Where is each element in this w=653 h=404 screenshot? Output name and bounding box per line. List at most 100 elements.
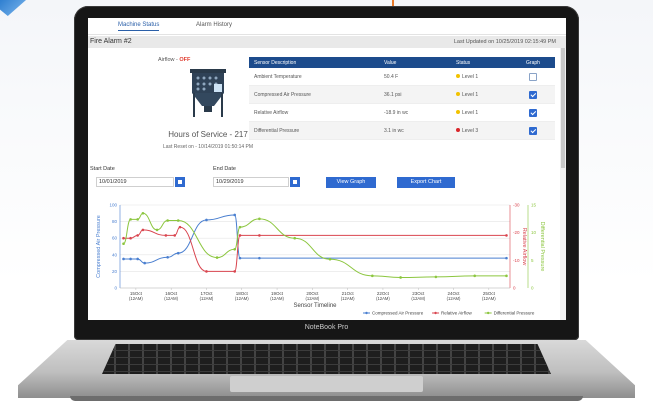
right-1-axis-title: Relative Airflow [521,228,527,266]
airflow-label: Airflow - [158,57,180,63]
start-date-label: Start Date [90,166,115,172]
sensor-status: Level 1 [451,85,511,104]
series-point-1 [136,234,139,237]
series-point-0 [129,257,132,261]
series-point-1 [505,234,508,237]
right-2-tick-label: 5 [531,258,534,263]
series-point-1 [173,234,177,237]
series-point-1 [258,234,261,237]
scrollbar-thumb[interactable] [561,48,565,168]
series-point-2 [328,257,332,261]
dust-collector-icon [190,69,226,117]
series-point-0 [176,251,180,255]
series-point-2 [434,275,438,279]
x-axis-title: Sensor Timeline [293,303,337,309]
start-date-input[interactable]: 10/01/2019 [96,177,174,187]
sensor-description: Ambient Temperature [249,68,379,86]
series-point-2 [215,256,219,259]
left-tick-label: 20 [112,269,118,274]
status-text: Level 3 [462,127,479,134]
airflow-status: Airflow - OFF [158,57,190,63]
export-chart-button[interactable]: Export Chart [397,177,455,188]
legend-marker [365,311,368,315]
graph-cell [511,103,555,122]
series-point-2 [238,225,242,229]
series-point-1 [178,225,182,229]
series-point-2 [233,247,237,251]
x-tick-sublabel: (12AM) [164,296,178,301]
series-point-2 [122,242,125,246]
table-row: Relative Airflow -18.9 in wc Level 1 [249,103,555,122]
series-line-1 [123,226,507,272]
sensor-chart: 0 20 40 60 80 100 0 -10 -20 -30 0 5 10 15 Compressed A… [96,203,545,316]
series-point-1 [164,234,168,237]
series-point-1 [205,270,208,273]
graph-checkbox[interactable] [529,126,537,135]
sensor-description: Compressed Air Pressure [249,85,379,104]
graph-checkbox[interactable] [529,90,537,99]
left-tick-label: 0 [114,286,117,291]
series-point-2 [176,219,180,222]
left-axis-title: Compressed Air Pressure [96,215,102,278]
series-point-0 [136,257,139,261]
sensor-description: Differential Pressure [249,121,379,140]
x-tick-sublabel: (12AM) [270,296,284,301]
keyboard-rows [102,344,551,374]
right-1-tick-label: -10 [513,258,520,263]
right-1-tick-label: -30 [513,203,520,208]
series-line-0 [123,214,507,264]
left-tick-label: 80 [112,219,118,224]
table-row: Ambient Temperature 50.4 F Level 1 [249,68,555,86]
series-point-0 [238,256,242,260]
end-date-label: End Date [213,166,236,172]
legend-label: Differential Pressure [494,311,535,316]
right-1-tick-label: -20 [513,230,520,235]
graph-cell [511,68,555,86]
graph-checkbox[interactable] [529,72,537,81]
legend-marker [486,311,490,315]
sensor-value: 3.1 in wc [379,121,451,140]
status-dot [456,128,460,133]
tab-alarm-history[interactable]: Alarm History [196,22,232,28]
laptop-brand-label: NoteBook Pro [304,324,349,331]
last-reset-text: Last Reset on - 10/14/2019 01:50:14 PM [162,144,254,150]
start-date-calendar-button[interactable] [175,177,185,187]
sensor-table-header: Sensor Description Value Status Graph [249,57,555,68]
right-2-axis-title: Differential Pressure [539,222,545,272]
right-1-tick-label: 0 [513,286,516,291]
series-point-1 [141,228,145,232]
x-tick-sublabel: (12AM) [235,296,249,301]
brand-logo [0,0,26,16]
header-sensor-description: Sensor Description [249,57,379,68]
series-point-2 [136,218,139,221]
series-point-2 [155,228,159,232]
airflow-value: OFF [179,57,191,63]
sensor-value: 50.4 F [379,68,451,86]
sensor-value: 36.1 psi [379,85,451,104]
status-text: Level 1 [462,109,479,116]
table-row: Differential Pressure 3.1 in wc Level 3 [249,121,555,140]
series-point-1 [129,236,132,240]
x-tick-sublabel: (12AM) [200,296,214,301]
right-2-tick-label: 15 [531,203,537,208]
scrollbar[interactable] [560,48,566,320]
series-point-2 [293,236,297,240]
x-tick-sublabel: (12AM) [482,296,496,301]
series-point-2 [399,276,402,279]
series-point-2 [141,212,145,215]
view-graph-button[interactable]: View Graph [326,177,376,188]
status-text: Level 1 [462,73,479,80]
graph-checkbox[interactable] [529,108,537,117]
end-date-calendar-button[interactable] [290,177,300,187]
x-tick-sublabel: (12AM) [305,296,319,301]
series-point-0 [233,213,237,217]
legend-label: Compressed Air Pressure [372,311,424,316]
end-date-input[interactable]: 10/29/2019 [213,177,289,187]
series-point-0 [258,256,261,260]
tab-machine-status[interactable]: Machine Status [118,22,160,31]
graph-cell [511,121,555,140]
table-row: Compressed Air Pressure 36.1 psi Level 1 [249,85,555,104]
series-point-2 [129,218,132,221]
last-updated-text: Last Updated on 10/25/2019 02:15:49 PM [453,39,556,45]
series-point-1 [238,234,242,237]
